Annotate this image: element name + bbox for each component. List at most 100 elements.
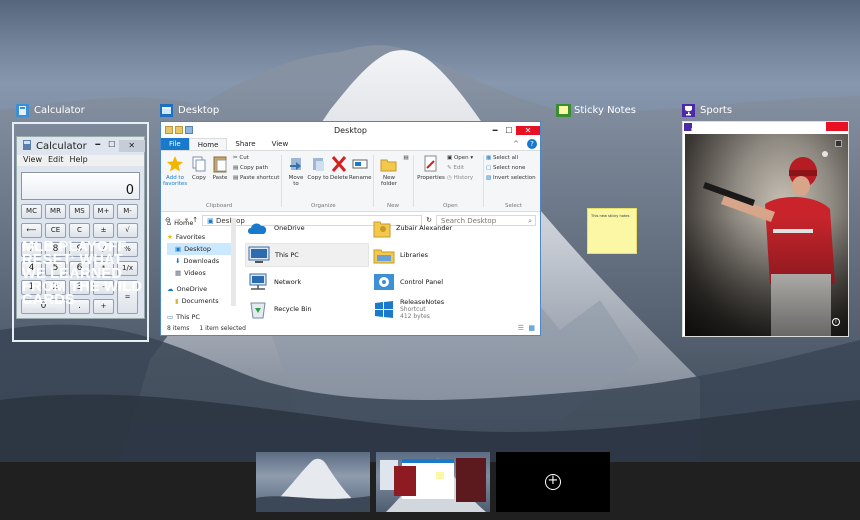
add-to-favorites-button[interactable]: Add to favorites xyxy=(163,155,187,187)
article-headline[interactable]: MLB PLAYOFF RESET: WHAT WE LEARNED FROM … xyxy=(22,240,147,308)
close-icon[interactable]: ✕ xyxy=(118,140,145,152)
cut-button[interactable]: ✂ Cut xyxy=(233,155,283,161)
copy-button[interactable]: Copy xyxy=(189,155,209,181)
calculator-key[interactable]: C xyxy=(69,223,90,238)
star-icon: ★ xyxy=(167,233,173,241)
copy-to-icon xyxy=(313,158,324,171)
info-icon[interactable]: i xyxy=(832,318,840,326)
star-icon xyxy=(167,156,183,172)
file-list: OneDrive Zubair Alexander This PC Librar… xyxy=(245,214,537,322)
control-panel-icon xyxy=(374,274,394,290)
selection-count: 1 item selected xyxy=(199,325,246,332)
ribbon-tabs: File Home Share View ^ ? xyxy=(161,138,540,150)
tab-view[interactable]: View xyxy=(264,138,297,150)
navigation-pane: ⌂ Home ★ Favorites ▣ Desktop ⬇ Downloads ▦ Vi… xyxy=(167,217,235,323)
recycle-bin-icon xyxy=(250,302,266,319)
move-to-icon xyxy=(290,158,301,170)
virtual-desktop-1-thumbnail[interactable] xyxy=(256,452,370,512)
virtual-desktop-2-thumbnail[interactable] xyxy=(376,452,490,512)
fullscreen-icon[interactable] xyxy=(835,140,842,147)
minimize-icon[interactable]: ━ xyxy=(91,140,105,152)
calculator-key[interactable]: M- xyxy=(117,204,138,219)
calculator-key[interactable]: ± xyxy=(93,223,114,238)
paste-button[interactable]: Paste xyxy=(209,155,231,181)
collapse-ribbon-icon[interactable]: ^ xyxy=(505,138,527,150)
calculator-key[interactable]: MS xyxy=(69,204,90,219)
close-icon[interactable] xyxy=(826,122,848,131)
nav-item-videos[interactable]: ▦ Videos xyxy=(167,267,235,279)
nav-item-downloads[interactable]: ⬇ Downloads xyxy=(167,255,235,267)
desktop-caption[interactable]: Desktop xyxy=(160,104,219,117)
tab-home[interactable]: Home xyxy=(188,138,228,150)
nav-item-this-pc[interactable]: ▭ This PC xyxy=(167,311,235,323)
list-item[interactable]: This PC xyxy=(245,243,369,267)
rename-icon xyxy=(352,159,368,169)
calculator-key[interactable]: M+ xyxy=(93,204,114,219)
properties-button[interactable]: Properties xyxy=(417,155,445,181)
select-none-button[interactable]: ▢ Select none xyxy=(486,165,540,171)
baseball-player-photo[interactable] xyxy=(685,134,848,336)
large-icons-view-icon[interactable]: ▦ xyxy=(528,324,535,332)
maximize-icon[interactable]: ☐ xyxy=(502,126,516,135)
new-folder-button[interactable]: New folder xyxy=(377,155,401,187)
sports-window[interactable]: BING SPORTS xyxy=(682,121,849,337)
explorer-titlebar[interactable]: Desktop ━ ☐ ✕ xyxy=(161,122,540,138)
tab-file[interactable]: File xyxy=(161,138,189,150)
list-item[interactable]: Control Panel xyxy=(371,270,495,294)
maximize-icon[interactable]: ☐ xyxy=(105,140,119,152)
nav-item-desktop[interactable]: ▣ Desktop xyxy=(167,243,235,255)
calculator-key[interactable]: MC xyxy=(21,204,42,219)
sports-caption[interactable]: Sports xyxy=(682,104,732,117)
copy-to-button[interactable]: Copy to xyxy=(307,155,329,181)
move-to-button[interactable]: Move to xyxy=(285,155,307,187)
list-item[interactable]: Recycle Bin xyxy=(245,297,369,321)
details-view-icon[interactable]: ☰ xyxy=(518,324,524,332)
nav-item-favorites[interactable]: ★ Favorites xyxy=(167,231,235,243)
paste-shortcut-button[interactable]: ▤ Paste shortcut xyxy=(233,175,283,181)
sticky-notes-app-icon xyxy=(556,104,571,117)
list-item[interactable]: Zubair Alexander xyxy=(371,216,495,240)
list-item[interactable]: Libraries xyxy=(371,243,495,267)
select-all-button[interactable]: ▦ Select all xyxy=(486,155,540,161)
network-icon xyxy=(249,273,267,290)
list-item[interactable]: OneDrive xyxy=(245,216,369,240)
clipboard-icon xyxy=(213,156,227,173)
rename-button[interactable]: Rename xyxy=(349,155,372,181)
invert-selection-button[interactable]: ▧ Invert selection xyxy=(486,175,540,181)
calculator-caption[interactable]: Calculator xyxy=(16,104,85,117)
menu-edit[interactable]: Edit xyxy=(48,155,64,166)
help-icon[interactable]: ? xyxy=(527,139,537,149)
minimize-icon[interactable]: ━ xyxy=(488,126,502,135)
new-desktop-button[interactable]: + xyxy=(496,452,610,512)
home-icon: ⌂ xyxy=(167,219,172,227)
item-count: 8 items xyxy=(167,325,190,332)
history-button[interactable]: ◷ History xyxy=(447,175,483,181)
close-icon[interactable]: ✕ xyxy=(516,125,540,135)
new-item-icon[interactable]: ▤ xyxy=(401,155,411,161)
calculator-titlebar[interactable]: Calculator ━ ☐ ✕ xyxy=(17,137,145,155)
calculator-key[interactable]: MR xyxy=(45,204,66,219)
file-explorer-window[interactable]: Desktop ━ ☐ ✕ File Home Share View ^ ? A… xyxy=(160,121,541,336)
nav-item-home[interactable]: ⌂ Home xyxy=(167,217,235,229)
calculator-key[interactable]: √ xyxy=(117,223,138,238)
edit-button[interactable]: ✎ Edit xyxy=(447,165,483,171)
calculator-key[interactable]: ⟵ xyxy=(21,223,42,238)
delete-button[interactable]: Delete xyxy=(329,155,349,181)
sticky-notes-caption[interactable]: Sticky Notes xyxy=(556,104,636,117)
copy-path-button[interactable]: ▤ Copy path xyxy=(233,165,283,171)
tab-share[interactable]: Share xyxy=(227,138,263,150)
nav-scrollbar[interactable] xyxy=(231,218,236,306)
group-new: New xyxy=(387,203,399,209)
nav-item-documents[interactable]: ▮ Documents xyxy=(167,295,235,307)
calculator-key[interactable]: CE xyxy=(45,223,66,238)
menu-help[interactable]: Help xyxy=(69,155,87,166)
cloud-icon: ☁ xyxy=(167,285,174,293)
open-button[interactable]: ▣ Open ▾ xyxy=(447,155,483,161)
nav-item-onedrive[interactable]: ☁ OneDrive xyxy=(167,283,235,295)
list-item[interactable]: Network xyxy=(245,270,369,294)
desktop-caption-label: Desktop xyxy=(178,105,220,116)
sticky-note[interactable]: This new sticky notes xyxy=(587,208,637,254)
calculator-caption-label: Calculator xyxy=(34,105,85,116)
menu-view[interactable]: View xyxy=(23,155,42,166)
list-item[interactable]: ReleaseNotes Shortcut 412 bytes xyxy=(371,294,495,324)
